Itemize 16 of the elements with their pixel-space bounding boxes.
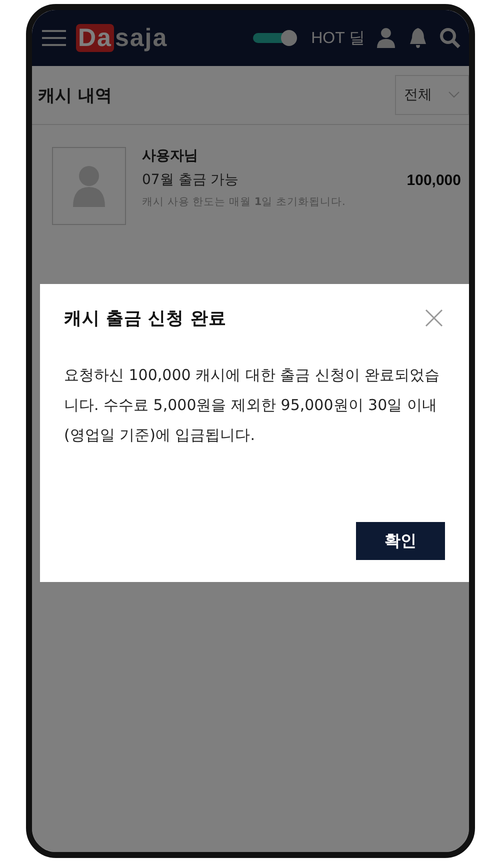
bell-icon[interactable]: [407, 27, 429, 49]
person-icon[interactable]: [375, 27, 397, 49]
search-icon[interactable]: [439, 27, 461, 49]
hot-deal-link[interactable]: HOT 딜: [311, 28, 365, 48]
menu-icon[interactable]: [42, 29, 66, 47]
logo[interactable]: Dasaja: [76, 24, 168, 52]
user-name: 사용자님: [142, 147, 199, 165]
dialog-title: 캐시 출금 신청 완료: [64, 308, 226, 330]
withdrawable-label: 07월 출금 가능: [142, 171, 239, 189]
close-icon[interactable]: [423, 307, 445, 329]
section-title: 캐시 내역: [38, 84, 112, 106]
confirm-button[interactable]: 확인: [356, 522, 445, 560]
chevron-icon: [448, 91, 460, 99]
cash-amount: 100,000: [406, 172, 461, 188]
filter-dropdown[interactable]: 전체: [395, 75, 469, 115]
dialog-message: 요청하신 100,000 캐시에 대한 출금 신청이 완료되었습니다. 수수료 5,000원을 제외한 95,000원이 30일 이내(영업일 기준)에 입금됩니다.: [64, 365, 441, 446]
